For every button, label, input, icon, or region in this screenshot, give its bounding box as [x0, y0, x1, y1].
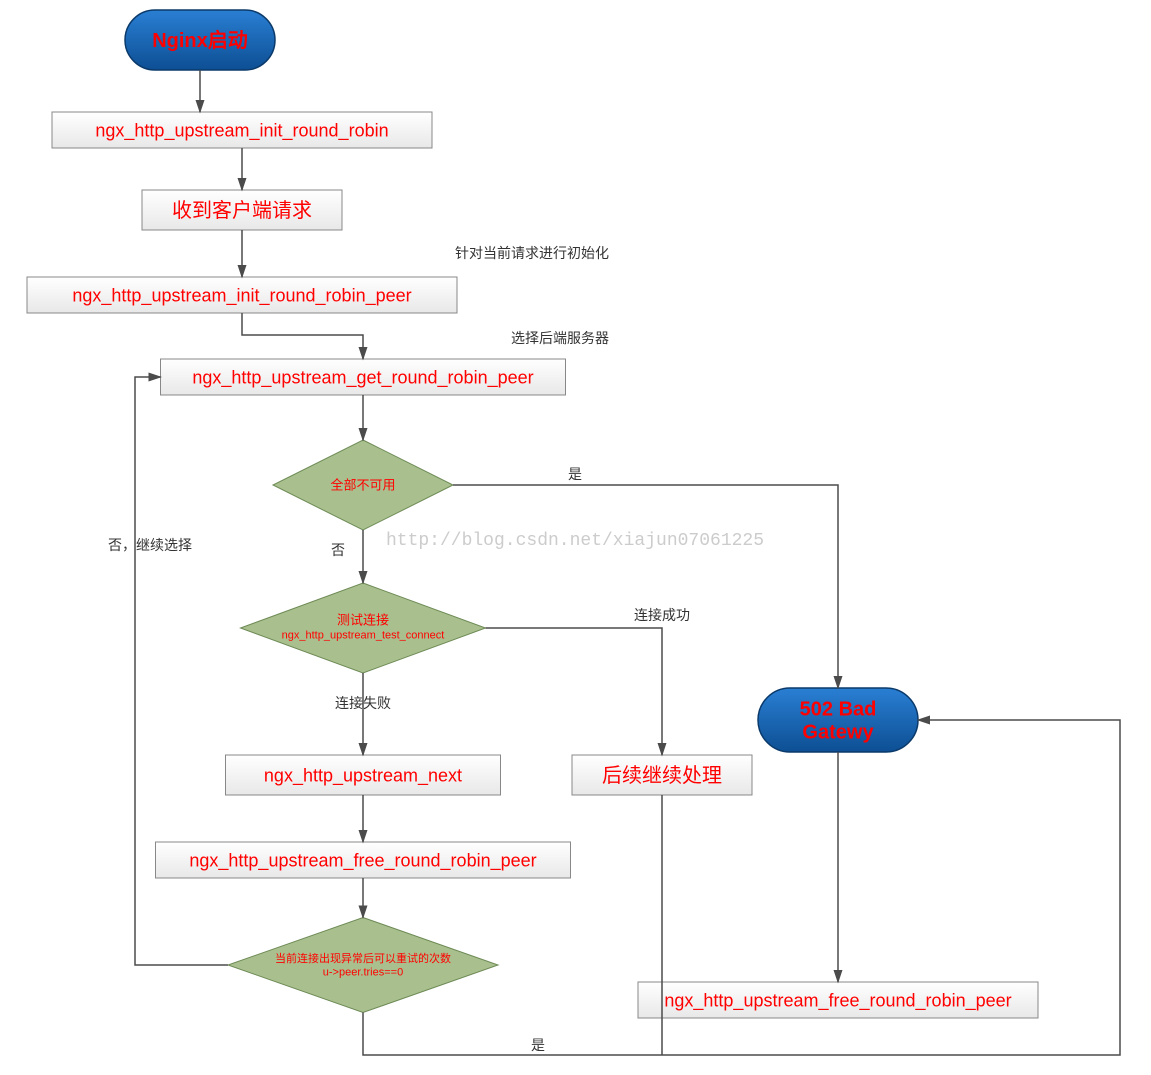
node-init-rr-peer: ngx_http_upstream_init_round_robin_peer — [27, 277, 457, 313]
node-init-round-robin: ngx_http_upstream_init_round_robin — [52, 112, 432, 148]
node-start: Nginx启动 — [125, 10, 275, 70]
svg-text:ngx_http_upstream_test_connect: ngx_http_upstream_test_connect — [282, 630, 445, 642]
label-no-continue: 否，继续选择 — [108, 537, 192, 553]
node-free-rr-peer-left: ngx_http_upstream_free_round_robin_peer — [156, 842, 571, 878]
node-continue-processing: 后续继续处理 — [572, 755, 752, 795]
svg-text:收到客户端请求: 收到客户端请求 — [172, 199, 312, 222]
svg-text:ngx_http_upstream_next: ngx_http_upstream_next — [264, 765, 462, 786]
label-conn-success: 连接成功 — [634, 607, 690, 623]
svg-text:当前连接出现异常后可以重试的次数: 当前连接出现异常后可以重试的次数 — [275, 951, 451, 965]
svg-text:后续继续处理: 后续继续处理 — [602, 764, 722, 787]
svg-text:ngx_http_upstream_free_round_r: ngx_http_upstream_free_round_robin_peer — [664, 990, 1011, 1011]
node-receive-request: 收到客户端请求 — [142, 190, 342, 230]
label-conn-fail: 连接失败 — [335, 695, 391, 711]
label-select-backend: 选择后端服务器 — [511, 330, 609, 346]
svg-text:测试连接: 测试连接 — [337, 612, 389, 627]
node-all-unavailable: 全部不可用 — [273, 440, 453, 530]
edge-allunavail-yes — [453, 485, 838, 688]
svg-text:u->peer.tries==0: u->peer.tries==0 — [323, 967, 403, 979]
node-free-rr-peer-right: ngx_http_upstream_free_round_robin_peer — [638, 982, 1038, 1018]
label-yes1: 是 — [568, 466, 582, 482]
edge-initpeer-getpeer — [242, 313, 363, 359]
node-retry-count: 当前连接出现异常后可以重试的次数 u->peer.tries==0 — [228, 918, 498, 1013]
watermark: http://blog.csdn.net/xiajun07061225 — [386, 531, 764, 551]
svg-text:ngx_http_upstream_free_round_r: ngx_http_upstream_free_round_robin_peer — [189, 850, 536, 871]
node-test-connect: 测试连接 ngx_http_upstream_test_connect — [241, 583, 486, 673]
svg-text:ngx_http_upstream_init_round_r: ngx_http_upstream_init_round_robin — [95, 120, 388, 141]
label-yes2: 是 — [531, 1037, 545, 1053]
svg-text:全部不可用: 全部不可用 — [330, 478, 395, 493]
label-init-current: 针对当前请求进行初始化 — [455, 245, 609, 261]
label-no: 否 — [331, 542, 345, 558]
node-502-bad-gateway: 502 BadGatewy — [758, 688, 918, 752]
node-upstream-next: ngx_http_upstream_next — [226, 755, 501, 795]
svg-text:Gatewy: Gatewy — [802, 722, 874, 744]
svg-text:ngx_http_upstream_get_round_ro: ngx_http_upstream_get_round_robin_peer — [192, 367, 533, 388]
edge-test-success — [486, 628, 663, 755]
node-get-rr-peer: ngx_http_upstream_get_round_robin_peer — [161, 359, 566, 395]
svg-text:ngx_http_upstream_init_round_r: ngx_http_upstream_init_round_robin_peer — [72, 285, 411, 306]
svg-text:Nginx启动: Nginx启动 — [152, 28, 248, 52]
svg-text:502 Bad: 502 Bad — [800, 699, 877, 721]
